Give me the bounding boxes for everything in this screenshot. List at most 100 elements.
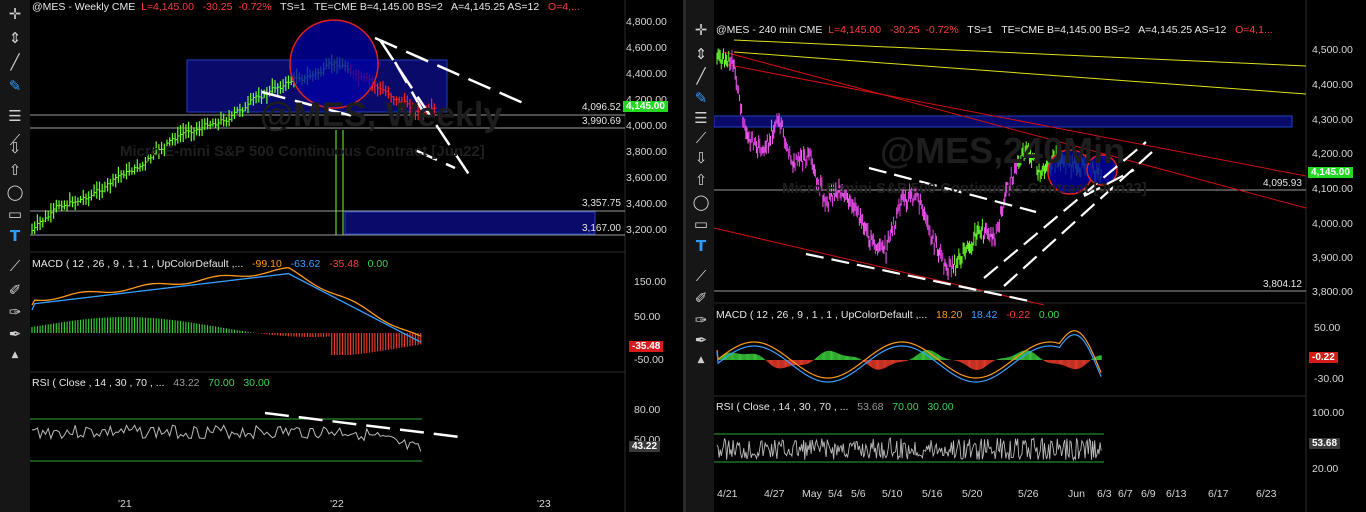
watermark: @MES, Weekly xyxy=(260,96,503,134)
macd-tag: -0.22 xyxy=(1309,352,1338,363)
x-tick: 4/21 xyxy=(717,488,738,500)
level-label: 3,357.75 xyxy=(582,198,621,209)
pencil-icon[interactable]: ✎ xyxy=(691,88,711,108)
line-icon[interactable]: ╱ xyxy=(5,52,25,72)
level-label: 3,804.12 xyxy=(1263,279,1302,290)
cursor-icon[interactable]: ⇕ xyxy=(691,44,711,64)
symbol-label: @MES - Weekly CME xyxy=(32,1,136,13)
demand-zone xyxy=(344,211,596,235)
macd-signal: -63.62 xyxy=(290,258,321,270)
collapse-icon[interactable]: ▲ xyxy=(5,345,25,365)
price-tick: 4,200.00 xyxy=(1312,148,1353,160)
x-tick: 5/6 xyxy=(851,488,866,500)
chart-header: @MES - Weekly CME L=4,145.00 -30.25 -0.7… xyxy=(32,1,580,13)
te-bid: TE=CME B=4,145.00 BS=2 xyxy=(314,1,443,13)
macd-line xyxy=(716,330,1102,379)
change: -30.25 xyxy=(202,1,233,13)
x-tick: 5/26 xyxy=(1018,488,1039,500)
last-price-tag: 4,145.00 xyxy=(623,101,668,112)
ts: TS=1 xyxy=(280,1,306,13)
fib-icon[interactable]: ✐ xyxy=(5,280,25,300)
macd-tick: -30.00 xyxy=(1314,373,1344,385)
circle-icon[interactable]: ◯ xyxy=(5,182,25,202)
price-tick: 4,800.00 xyxy=(626,16,667,28)
price-tick: 3,900.00 xyxy=(1312,252,1353,264)
cursor-icon[interactable]: ⇕ xyxy=(5,28,25,48)
price-tick: 4,400.00 xyxy=(626,68,667,80)
macd-title: MACD ( 12 , 26 , 9 , 1 , 1 , UpColorDefa… xyxy=(32,258,244,270)
rectangle-icon[interactable]: ▭ xyxy=(5,204,25,224)
price-tick: 3,200.00 xyxy=(626,224,667,236)
macd-value: -99.10 xyxy=(252,258,282,270)
open: O=4,1... xyxy=(1235,24,1273,36)
ask: A=4,145.25 AS=12 xyxy=(1138,24,1227,36)
last-price-tag: 4,145.00 xyxy=(1308,167,1353,178)
pencil-icon[interactable]: ✎ xyxy=(5,76,25,96)
rsi-upper: 70.00 xyxy=(208,377,235,389)
rsi-title: RSI ( Close , 14 , 30 , 70 , ... xyxy=(32,377,165,389)
macd-title: MACD ( 12 , 26 , 9 , 1 , 1 , UpColorDefa… xyxy=(716,309,928,321)
rectangle-icon[interactable]: ▭ xyxy=(691,214,711,234)
weekly-chart-pane[interactable]: @MES, Weekly Micro E-mini S&P 500 Contin… xyxy=(30,0,683,512)
x-tick: Jun xyxy=(1068,488,1085,500)
price-tick: 4,600.00 xyxy=(626,42,667,54)
marker-icon[interactable]: ✒ xyxy=(5,324,25,344)
ray-icon[interactable]: ⟋ xyxy=(5,256,25,276)
price-tick: 4,500.00 xyxy=(1312,44,1353,56)
line-icon[interactable]: ╱ xyxy=(691,66,711,86)
intraday-chart-canvas[interactable] xyxy=(714,0,1366,512)
signal-line xyxy=(716,334,1102,383)
horizontal-lines-icon[interactable]: ☰ xyxy=(691,108,711,128)
up-arrow-icon[interactable]: ⇧ xyxy=(5,160,25,180)
left-drawing-toolbar: ✛ ⇕ ╱ ✎ ☰ ⟋ ⇩ ⇧ ◯ ▭ T ⟋ ✐ ✑ ✒ ▲ xyxy=(0,0,31,512)
trendline-icon[interactable]: ⟋ xyxy=(691,128,711,148)
price-tick: 3,400.00 xyxy=(626,198,667,210)
pen-icon[interactable]: ✑ xyxy=(5,302,25,322)
rsi-lower: 30.00 xyxy=(243,377,270,389)
rsi-tag: 53.68 xyxy=(1309,438,1341,449)
down-arrow-icon[interactable]: ⇩ xyxy=(691,148,711,168)
last-price: L=4,145.00 xyxy=(141,1,194,13)
marker-icon[interactable]: ✒ xyxy=(691,330,711,350)
weekly-chart-canvas[interactable] xyxy=(30,0,683,512)
x-tick: 5/16 xyxy=(922,488,943,500)
ts: TS=1 xyxy=(967,24,993,36)
text-icon[interactable]: T xyxy=(691,236,711,256)
horizontal-lines-icon[interactable]: ☰ xyxy=(5,106,25,126)
intraday-chart-pane[interactable]: @MES,240Min Micro E-mini S&P 500 Continu… xyxy=(714,0,1366,512)
last-price: L=4,145.00 xyxy=(828,24,882,36)
price-tick: 4,100.00 xyxy=(1312,183,1353,195)
rsi-trendline xyxy=(264,411,461,439)
rsi-header: RSI ( Close , 14 , 30 , 70 , ... 53.68 7… xyxy=(716,401,954,413)
ray-icon[interactable]: ⟋ xyxy=(691,266,711,286)
x-tick: 4/27 xyxy=(764,488,785,500)
down-arrow-icon[interactable]: ⇩ xyxy=(5,138,25,158)
macd-zero: 0.00 xyxy=(1038,309,1060,321)
rsi-tick: 20.00 xyxy=(1312,463,1339,475)
macd-tag: -35.48 xyxy=(629,341,664,352)
rsi-tick: 100.00 xyxy=(1312,407,1345,419)
rsi-lower: 30.00 xyxy=(927,401,954,413)
text-icon[interactable]: T xyxy=(5,226,25,246)
macd-tick: -50.00 xyxy=(634,354,664,366)
level-label: 4,096.52 xyxy=(582,102,621,113)
circle-icon[interactable]: ◯ xyxy=(691,192,711,212)
x-tick: '23 xyxy=(537,498,551,510)
rsi-header: RSI ( Close , 14 , 30 , 70 , ... 43.22 7… xyxy=(32,377,270,389)
macd-zero: 0.00 xyxy=(367,258,389,270)
fib-icon[interactable]: ✐ xyxy=(691,288,711,308)
x-tick: 6/7 xyxy=(1118,488,1133,500)
up-arrow-icon[interactable]: ⇧ xyxy=(691,170,711,190)
crosshair-icon[interactable]: ✛ xyxy=(5,4,25,24)
collapse-icon[interactable]: ▲ xyxy=(691,350,711,370)
channel-line xyxy=(733,39,1307,67)
macd-line xyxy=(31,266,422,337)
price-tick: 4,400.00 xyxy=(1312,79,1353,91)
crosshair-icon[interactable]: ✛ xyxy=(691,20,711,40)
watermark-subtitle: Micro E-mini S&P 500 Continuous Contract… xyxy=(782,180,1147,197)
macd-tick: 50.00 xyxy=(1314,322,1341,334)
macd-header: MACD ( 12 , 26 , 9 , 1 , 1 , UpColorDefa… xyxy=(716,309,1059,321)
pen-icon[interactable]: ✑ xyxy=(691,310,711,330)
x-tick: '22 xyxy=(330,498,344,510)
macd-signal: 18.42 xyxy=(971,309,998,321)
